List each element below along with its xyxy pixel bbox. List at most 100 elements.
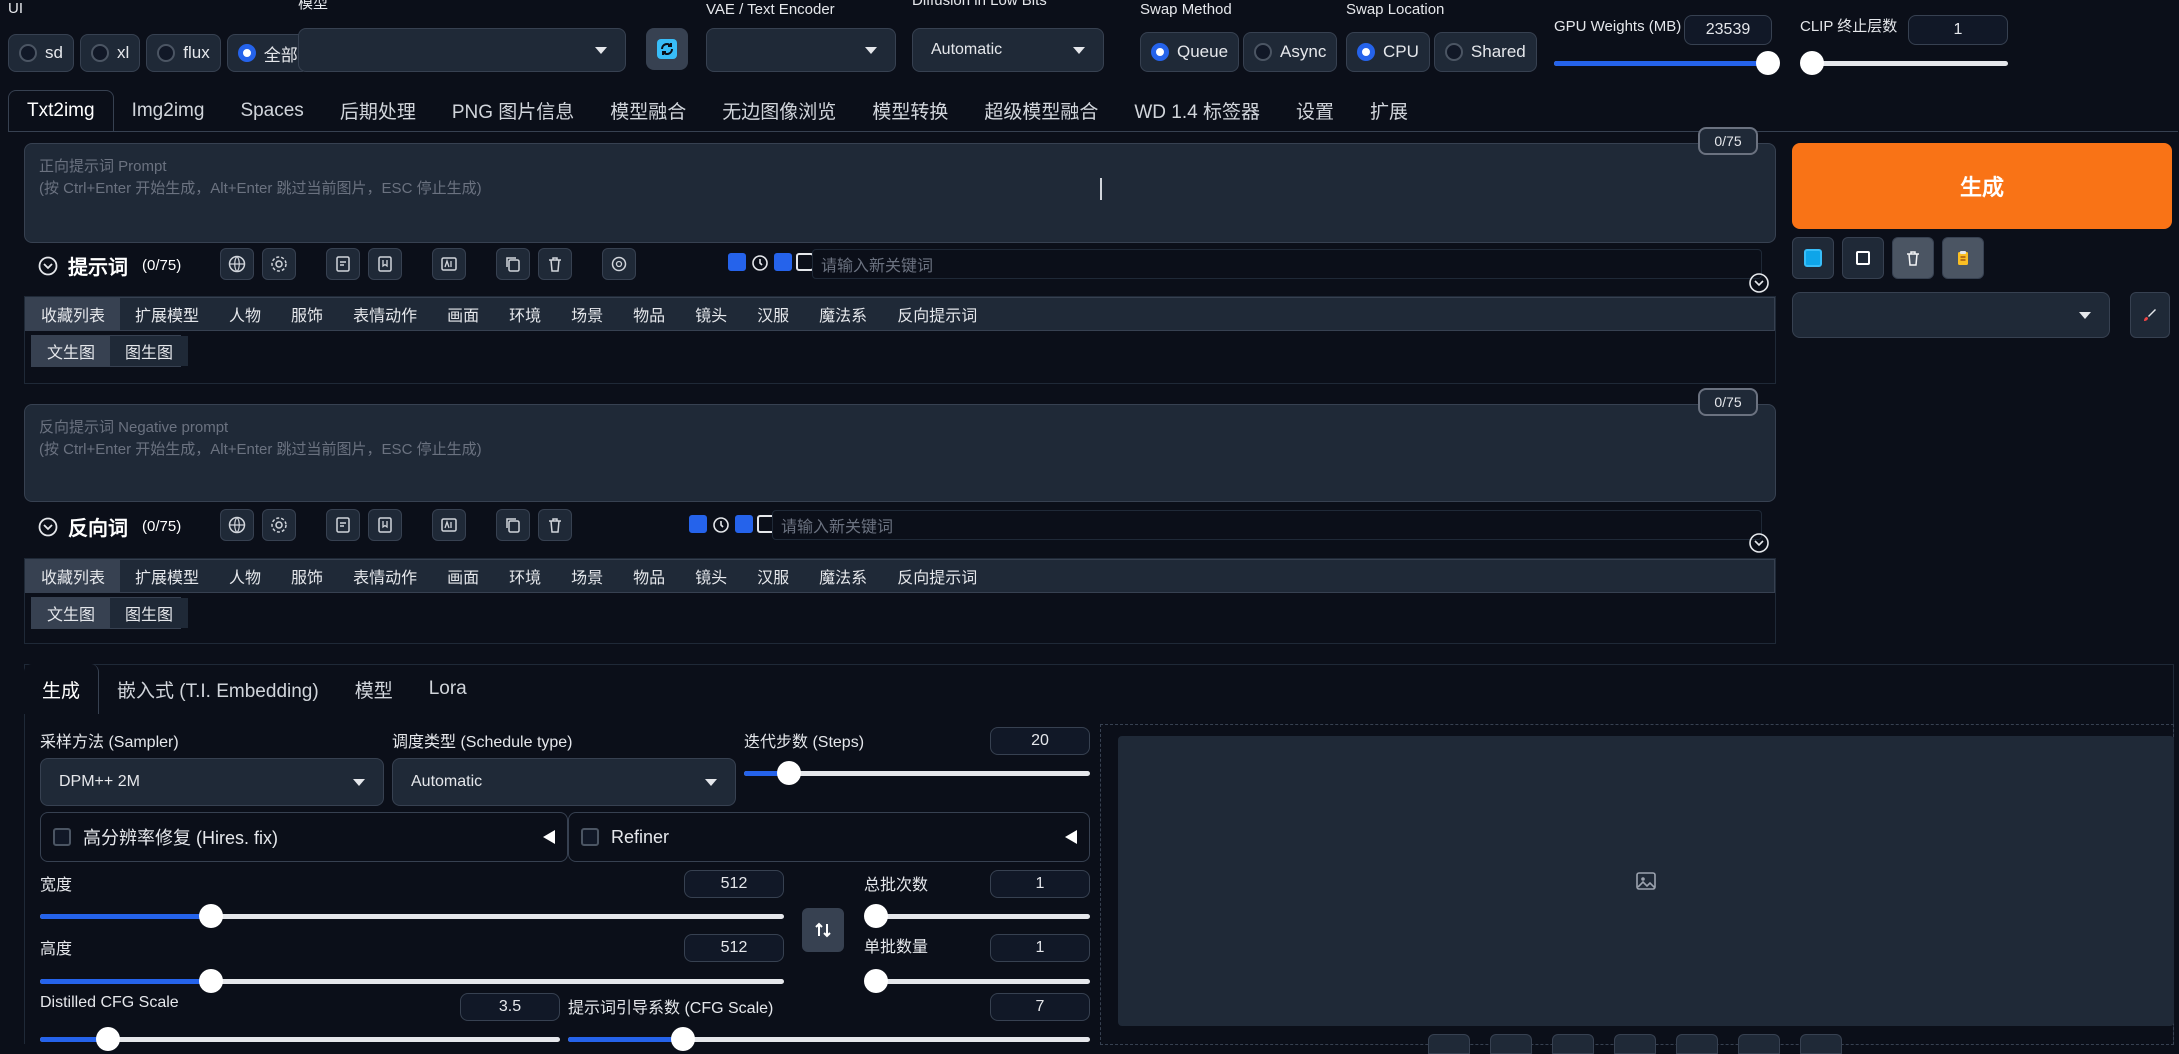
subtab-txt2img[interactable]: 文生图: [32, 598, 111, 628]
distilled-cfg-slider[interactable]: [40, 1027, 560, 1051]
category-magic[interactable]: 魔法系: [804, 298, 882, 330]
height-slider[interactable]: [40, 969, 784, 993]
edit-style-button[interactable]: [2130, 292, 2170, 338]
category-scene[interactable]: 场景: [556, 560, 618, 592]
checkbox-icon[interactable]: [689, 515, 707, 533]
category-expressions[interactable]: 表情动作: [338, 298, 432, 330]
checkbox-icon[interactable]: [774, 253, 792, 271]
tab-generation[interactable]: 生成: [24, 664, 100, 714]
style-select[interactable]: [1792, 292, 2110, 338]
output-image-area[interactable]: [1118, 736, 2174, 1026]
negative-prompt-textarea[interactable]: 反向提示词 Negative prompt (按 Ctrl+Enter 开始生成…: [24, 404, 1776, 502]
copy-button[interactable]: [496, 248, 530, 280]
gpu-weights-slider[interactable]: [1554, 51, 1780, 75]
tab-postprocess[interactable]: 后期处理: [322, 90, 434, 131]
swap-method-queue[interactable]: Queue: [1140, 32, 1240, 72]
tab-model-convert[interactable]: 模型转换: [854, 90, 966, 131]
category-clothing[interactable]: 服饰: [276, 298, 338, 330]
category-negative[interactable]: 反向提示词: [882, 298, 992, 330]
bookmark-button[interactable]: [368, 248, 402, 280]
category-environment[interactable]: 环境: [494, 298, 556, 330]
model-select[interactable]: [298, 28, 626, 72]
clip-input[interactable]: 1: [1908, 15, 2008, 45]
swap-method-async[interactable]: Async: [1243, 32, 1338, 72]
category-items[interactable]: 物品: [618, 560, 680, 592]
negative-keyword-input[interactable]: 请输入新关键词: [772, 510, 1762, 540]
translate-button[interactable]: [220, 248, 254, 280]
send-to-inpaint-button[interactable]: [1676, 1034, 1718, 1054]
apply-style-button[interactable]: [1842, 237, 1884, 279]
tab-lora[interactable]: Lora: [411, 664, 485, 714]
slider-thumb[interactable]: [199, 969, 224, 993]
category-scene[interactable]: 场景: [556, 298, 618, 330]
width-slider[interactable]: [40, 904, 784, 928]
tab-txt2img[interactable]: Txt2img: [8, 90, 114, 131]
clear-button[interactable]: [538, 248, 572, 280]
refiner-accordion[interactable]: Refiner: [568, 812, 1090, 862]
tab-embedding[interactable]: 嵌入式 (T.I. Embedding): [99, 664, 337, 714]
batch-count-slider[interactable]: [864, 904, 1090, 928]
gpu-weights-input[interactable]: 23539: [1684, 15, 1772, 45]
refresh-button[interactable]: [646, 28, 688, 70]
batch-size-input[interactable]: 1: [990, 934, 1090, 962]
subtab-txt2img[interactable]: 文生图: [32, 336, 111, 366]
save-button[interactable]: [1490, 1034, 1532, 1054]
tab-super-merge[interactable]: 超级模型融合: [966, 90, 1116, 131]
tab-img2img[interactable]: Img2img: [114, 90, 223, 131]
slider-thumb[interactable]: [670, 1027, 695, 1051]
width-input[interactable]: 512: [684, 870, 784, 898]
clip-slider[interactable]: [1800, 51, 2008, 75]
tab-extensions[interactable]: 扩展: [1352, 90, 1426, 131]
slider-thumb[interactable]: [95, 1027, 120, 1051]
category-picture[interactable]: 画面: [432, 560, 494, 592]
height-input[interactable]: 512: [684, 934, 784, 962]
tab-model[interactable]: 模型: [337, 664, 411, 714]
ai-button[interactable]: [602, 248, 636, 280]
tab-spaces[interactable]: Spaces: [222, 90, 321, 131]
clear-button[interactable]: [538, 509, 572, 541]
category-clothing[interactable]: 服饰: [276, 560, 338, 592]
ui-option-sd[interactable]: sd: [8, 34, 74, 72]
swap-location-cpu[interactable]: CPU: [1346, 32, 1430, 72]
category-magic[interactable]: 魔法系: [804, 560, 882, 592]
ui-option-xl[interactable]: xl: [79, 34, 141, 72]
category-extension-models[interactable]: 扩展模型: [120, 560, 214, 592]
ui-option-flux[interactable]: flux: [146, 34, 221, 72]
generate-button[interactable]: 生成: [1792, 143, 2172, 229]
checkbox-icon[interactable]: [728, 253, 746, 271]
vae-select[interactable]: [706, 28, 896, 72]
clipboard-button[interactable]: [1942, 237, 1984, 279]
slider-thumb[interactable]: [199, 904, 224, 928]
load-button[interactable]: [326, 248, 360, 280]
category-favorites[interactable]: 收藏列表: [26, 298, 121, 330]
translate-button[interactable]: [220, 509, 254, 541]
swap-dimensions-button[interactable]: [802, 908, 844, 952]
upscale-button[interactable]: [1800, 1034, 1842, 1054]
tab-model-merge[interactable]: 模型融合: [592, 90, 704, 131]
subtab-img2img[interactable]: 图生图: [110, 336, 189, 366]
ab-button[interactable]: [432, 248, 466, 280]
hires-fix-checkbox[interactable]: [53, 828, 71, 846]
category-expressions[interactable]: 表情动作: [338, 560, 432, 592]
open-folder-button[interactable]: [1428, 1034, 1470, 1054]
category-characters[interactable]: 人物: [214, 298, 276, 330]
category-picture[interactable]: 画面: [432, 298, 494, 330]
subtab-img2img[interactable]: 图生图: [110, 598, 189, 628]
category-camera[interactable]: 镜头: [680, 560, 742, 592]
negative-section-header[interactable]: 反向词 (0/75): [38, 512, 181, 541]
slider-thumb[interactable]: [864, 969, 888, 993]
tab-settings[interactable]: 设置: [1278, 90, 1352, 131]
checkbox-icon[interactable]: [735, 515, 753, 533]
zip-button[interactable]: [1552, 1034, 1594, 1054]
steps-slider[interactable]: [744, 761, 1090, 785]
tab-wd-tagger[interactable]: WD 1.4 标签器: [1116, 90, 1278, 131]
steps-input[interactable]: 20: [990, 727, 1090, 755]
category-characters[interactable]: 人物: [214, 560, 276, 592]
distilled-cfg-input[interactable]: 3.5: [460, 993, 560, 1021]
category-items[interactable]: 物品: [618, 298, 680, 330]
tab-png-info[interactable]: PNG 图片信息: [434, 90, 592, 131]
category-environment[interactable]: 环境: [494, 560, 556, 592]
send-to-img2img-button[interactable]: [1614, 1034, 1656, 1054]
select-style-button[interactable]: [1792, 237, 1834, 279]
chevron-down-circle-icon[interactable]: [1748, 272, 1770, 294]
